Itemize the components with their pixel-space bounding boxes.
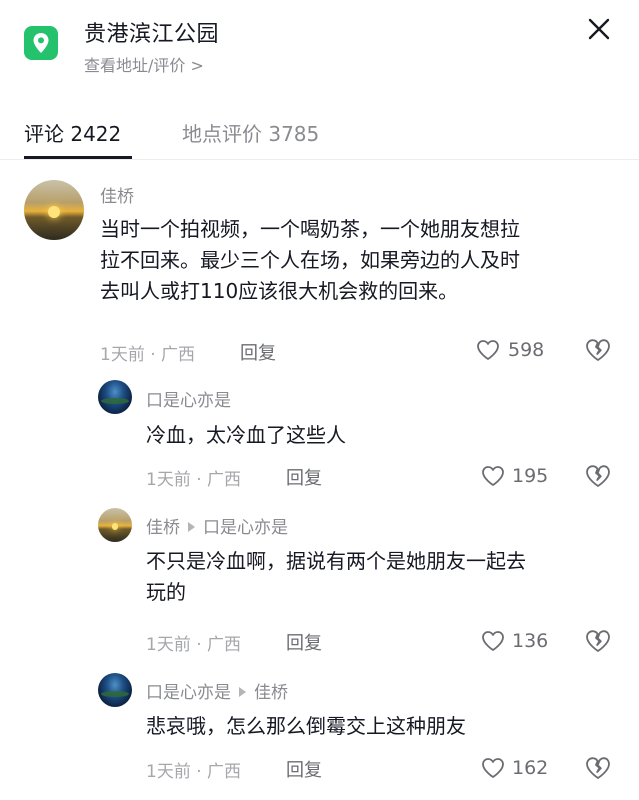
tab-place-reviews[interactable]: 地点评价 3785 (182, 118, 319, 147)
comment-text-line: 当时一个拍视频，一个喝奶茶，一个她朋友想拉 (100, 217, 520, 241)
comment-meta: 1天前 · 广西 (146, 635, 242, 655)
like-heart-icon[interactable] (476, 339, 500, 361)
map-pin-icon[interactable] (24, 26, 58, 60)
like-heart-icon[interactable] (481, 465, 505, 487)
view-address-link[interactable]: 查看地址/评价 > (84, 52, 204, 76)
active-tab-indicator (24, 156, 132, 159)
reply-button[interactable]: 回复 (286, 629, 322, 655)
reply-arrow-icon (188, 522, 195, 532)
reply-button[interactable]: 回复 (286, 464, 322, 490)
comment-username[interactable]: 佳桥 (146, 518, 180, 538)
comment-text: 冷血，太冷血了这些人 (146, 420, 346, 451)
comment-text-line: 玩的 (146, 580, 186, 604)
avatar[interactable] (98, 673, 132, 707)
place-title[interactable]: 贵港滨江公园 (84, 16, 219, 48)
reply-to-username[interactable]: 口是心亦是 (203, 518, 288, 538)
reply-header: 口是心亦是 佳桥 (146, 678, 288, 703)
reply-button[interactable]: 回复 (286, 756, 322, 782)
avatar[interactable] (98, 380, 132, 414)
dislike-broken-heart-icon[interactable] (585, 338, 611, 362)
avatar[interactable] (24, 180, 84, 240)
tab-bar: 评论 2422 地点评价 3785 (0, 96, 639, 160)
like-count: 195 (512, 465, 549, 487)
like-count: 598 (508, 339, 545, 361)
comment-meta: 1天前 · 广西 (100, 345, 196, 365)
comment-text-line: 悲哀哦，怎么那么倒霉交上这种朋友 (146, 714, 466, 738)
place-header: 贵港滨江公园 查看地址/评价 > (0, 0, 639, 96)
like-heart-icon[interactable] (481, 757, 505, 779)
like-count: 136 (512, 630, 549, 652)
comment-text-line: 冷血，太冷血了这些人 (146, 423, 346, 447)
like-heart-icon[interactable] (481, 630, 505, 652)
reply-button[interactable]: 回复 (240, 339, 276, 365)
tab-comments[interactable]: 评论 2422 (24, 118, 121, 147)
comment-username[interactable]: 口是心亦是 (146, 683, 231, 703)
like-count: 162 (512, 757, 549, 779)
comment-meta: 1天前 · 广西 (146, 470, 242, 490)
comment-text: 当时一个拍视频，一个喝奶茶，一个她朋友想拉 拉不回来。最少三个人在场，如果旁边的… (100, 214, 520, 307)
reply-arrow-icon (239, 687, 246, 697)
comment-text: 不只是冷血啊，据说有两个是她朋友一起去 玩的 (146, 546, 526, 608)
comment-text-line: 去叫人或打110应该很大机会救的回来。 (100, 279, 459, 303)
comment-username[interactable]: 佳桥 (100, 182, 134, 207)
reply-header: 佳桥 口是心亦是 (146, 513, 288, 538)
dislike-broken-heart-icon[interactable] (585, 629, 611, 653)
avatar[interactable] (98, 508, 132, 542)
close-icon[interactable] (584, 14, 614, 44)
comment-text-line: 拉不回来。最少三个人在场，如果旁边的人及时 (100, 248, 520, 272)
comment-text-line: 不只是冷血啊，据说有两个是她朋友一起去 (146, 549, 526, 573)
dislike-broken-heart-icon[interactable] (585, 756, 611, 780)
comment-meta: 1天前 · 广西 (146, 762, 242, 782)
comment-username[interactable]: 口是心亦是 (146, 386, 231, 411)
comment-text: 悲哀哦，怎么那么倒霉交上这种朋友 (146, 711, 466, 742)
reply-to-username[interactable]: 佳桥 (254, 683, 288, 703)
dislike-broken-heart-icon[interactable] (585, 464, 611, 488)
